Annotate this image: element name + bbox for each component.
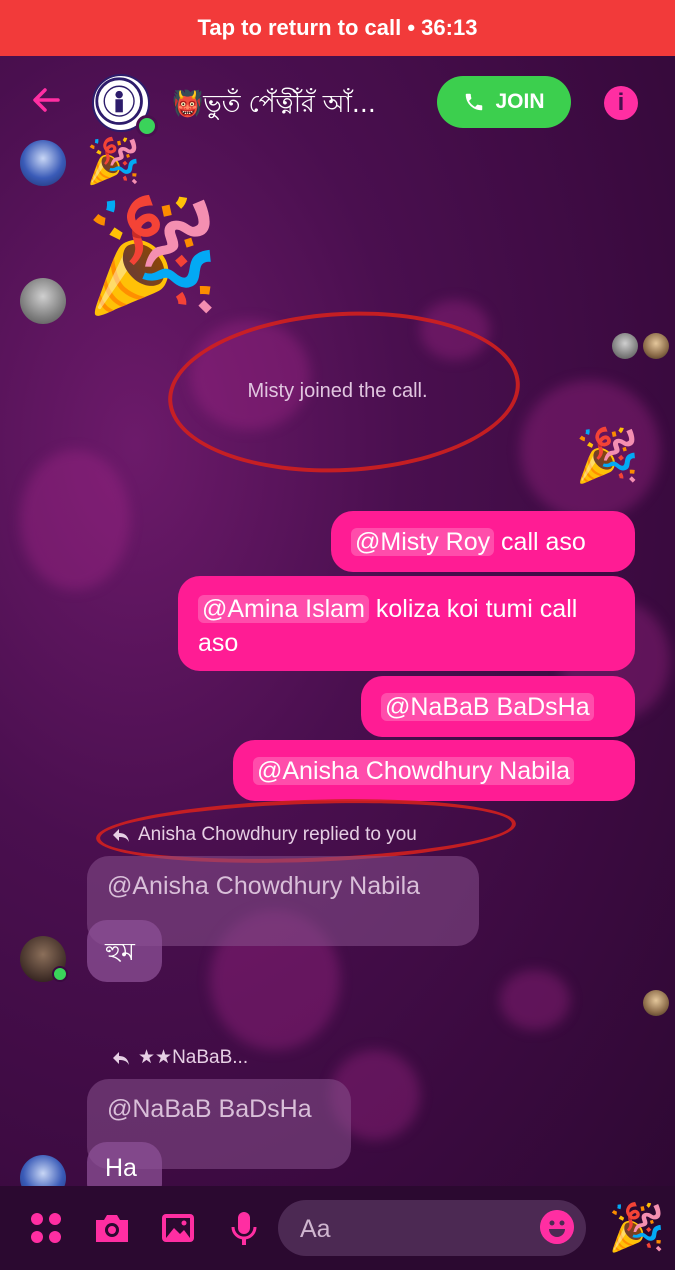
party-popper-icon: 🎉 — [84, 191, 221, 319]
outgoing-message[interactable]: @Anisha Chowdhury Nabila — [233, 740, 635, 801]
background-heart — [20, 450, 130, 590]
seen-avatar — [643, 333, 669, 359]
outgoing-message[interactable]: @NaBaB BaDsHa — [361, 676, 635, 737]
reply-label: ★★NaBaB... — [138, 1047, 249, 1068]
quoted-text: @Anisha Chowdhury Nabila — [107, 872, 421, 900]
join-call-button[interactable]: JOIN — [437, 76, 571, 128]
reply-arrow-icon — [113, 829, 129, 842]
avatar[interactable] — [20, 140, 66, 186]
party-popper-icon: 🎉 — [86, 136, 141, 187]
background-heart — [500, 970, 570, 1030]
mention[interactable]: @Amina Islam — [198, 595, 369, 623]
info-label: i — [617, 89, 625, 116]
reply-arrow-icon — [113, 1051, 129, 1065]
outgoing-message[interactable]: @Misty Roy call aso — [331, 511, 635, 572]
online-indicator — [52, 966, 68, 982]
back-arrow-icon[interactable] — [28, 82, 64, 118]
reply-label: Anisha Chowdhury replied to you — [138, 824, 417, 845]
incoming-message[interactable]: হুম — [87, 920, 162, 982]
mention[interactable]: @Anisha Chowdhury Nabila — [253, 757, 575, 785]
phone-icon — [466, 93, 483, 111]
join-label: JOIN — [495, 90, 545, 113]
seen-avatar — [612, 333, 638, 359]
call-banner-text: Tap to return to call • 36:13 — [197, 15, 478, 40]
avatar[interactable] — [20, 278, 66, 324]
microphone-icon[interactable] — [224, 1208, 264, 1248]
mention[interactable]: @NaBaB BaDsHa — [381, 693, 594, 721]
message-input[interactable] — [298, 1212, 532, 1246]
gallery-icon[interactable] — [158, 1208, 198, 1248]
message-text: হুম — [105, 938, 135, 966]
info-icon[interactable]: i — [604, 86, 638, 120]
camera-icon[interactable] — [92, 1208, 132, 1248]
reply-indicator: ★★NaBaB... — [112, 1046, 248, 1069]
message-text: call aso — [494, 528, 586, 556]
seen-avatar — [643, 990, 669, 1016]
return-to-call-banner[interactable]: Tap to return to call • 36:13 — [0, 0, 675, 56]
quoted-text: @NaBaB BaDsHa — [107, 1095, 312, 1123]
party-popper-quick-reaction-icon[interactable]: 🎉 — [608, 1204, 665, 1250]
party-popper-icon: 🎉 — [575, 426, 640, 486]
menu-dots-icon[interactable] — [26, 1208, 66, 1248]
message-text: Ha — [105, 1154, 137, 1182]
online-indicator — [136, 115, 158, 137]
smiley-icon[interactable] — [540, 1210, 574, 1244]
call-joined-notice: Misty joined the call. — [247, 380, 428, 402]
outgoing-message[interactable]: @Amina Islam koliza koi tumi call aso — [178, 576, 635, 671]
conversation-header: 👹ভুুতঁ পেঁত্নীঁরঁ আঁ... JOIN i — [0, 56, 675, 148]
mention[interactable]: @Misty Roy — [351, 528, 495, 556]
reply-indicator: Anisha Chowdhury replied to you — [112, 824, 417, 846]
group-name[interactable]: 👹ভুুতঁ পেঁত্নীঁরঁ আঁ... — [172, 84, 404, 127]
